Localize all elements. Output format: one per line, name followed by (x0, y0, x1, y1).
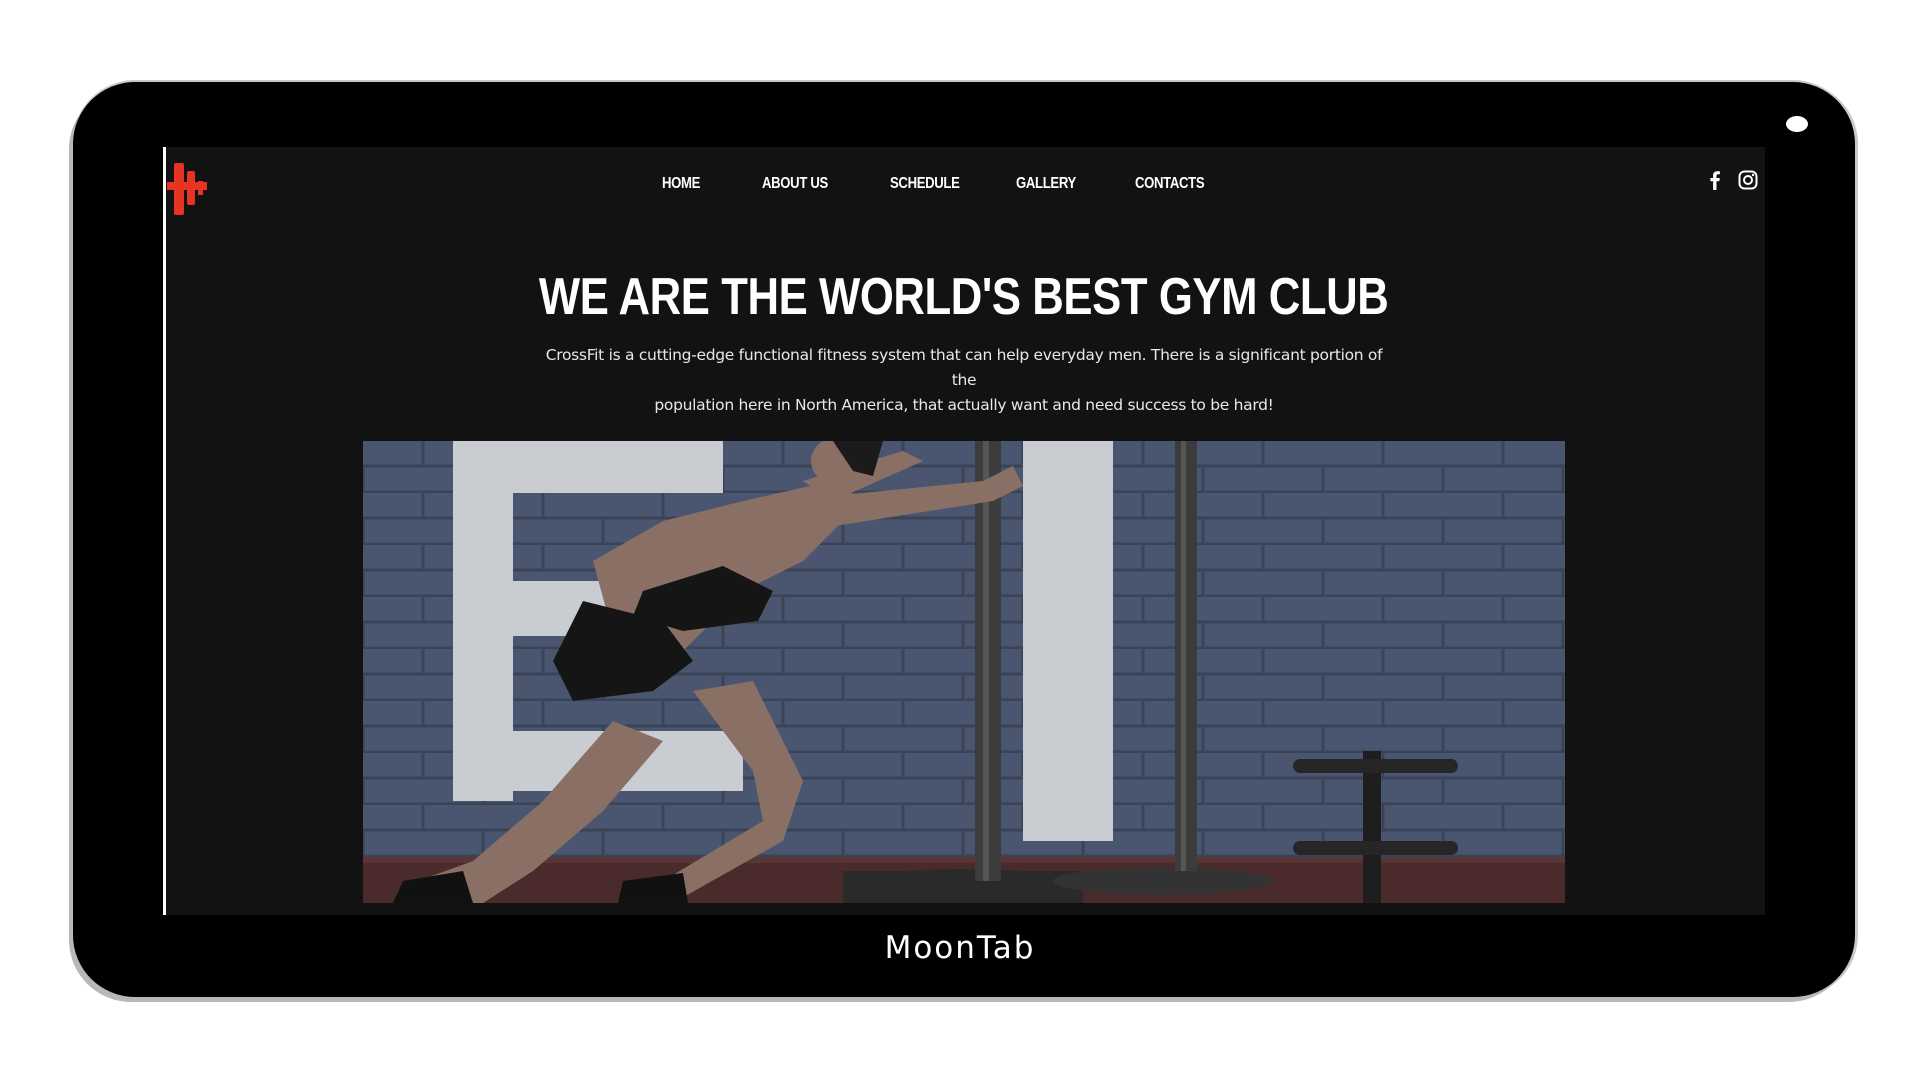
camera-icon (1786, 116, 1808, 132)
facebook-icon[interactable] (1704, 169, 1726, 191)
nav-item-home[interactable]: HOME (662, 175, 700, 193)
nav-item-about-us[interactable]: ABOUT US (762, 175, 828, 193)
nav-item-schedule[interactable]: SCHEDULE (890, 175, 960, 193)
device-brand-label: MoonTab (884, 930, 1036, 966)
screen: HOME ABOUT US SCHEDULE GALLERY CONTACTS … (163, 147, 1765, 915)
hero-description-line-2: population here in North America, that a… (654, 396, 1274, 414)
hero-description-line-1: CrossFit is a cutting-edge functional fi… (545, 346, 1383, 389)
hero-description: CrossFit is a cutting-edge functional fi… (533, 343, 1395, 418)
hero-image (363, 441, 1565, 903)
screen-edge-divider (163, 147, 166, 915)
hero-title-text: WE ARE THE WORLD'S BEST GYM CLUB (539, 268, 1389, 326)
instagram-icon[interactable] (1737, 169, 1759, 191)
page: HOME ABOUT US SCHEDULE GALLERY CONTACTS … (0, 0, 1920, 1080)
hero-title: WE ARE THE WORLD'S BEST GYM CLUB (163, 267, 1765, 327)
nav-item-contacts[interactable]: CONTACTS (1135, 175, 1205, 193)
nav-item-gallery[interactable]: GALLERY (1016, 175, 1076, 193)
main-nav: HOME ABOUT US SCHEDULE GALLERY CONTACTS (163, 175, 1765, 201)
